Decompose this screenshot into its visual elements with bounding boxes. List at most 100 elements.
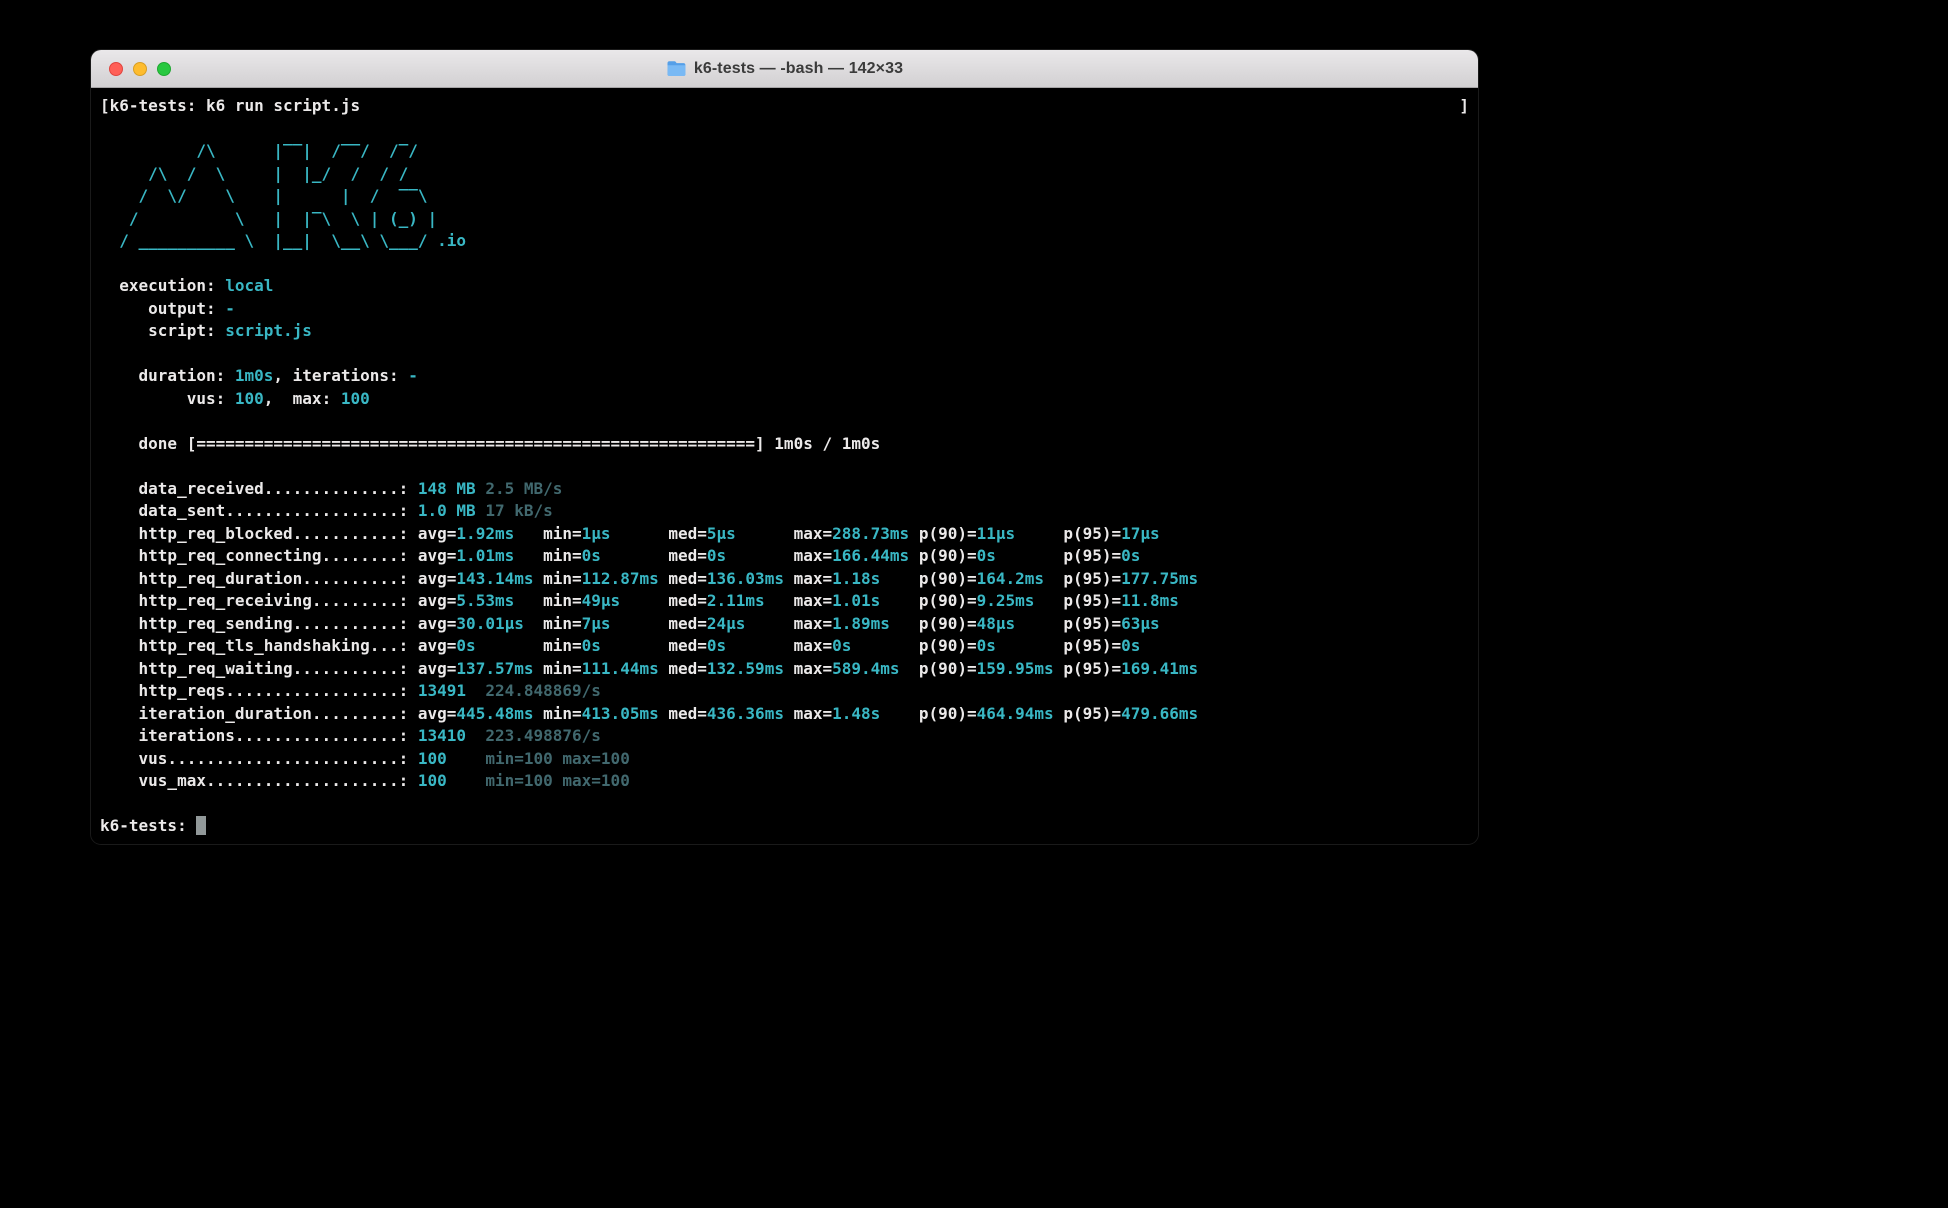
terminal-text-segment: ] [1459,96,1469,115]
terminal-text-segment: p(95)= [1063,704,1121,723]
terminal-text-segment: min= [543,659,582,678]
terminal-line: / \ | |‾\ \ | (_) | [100,208,1469,231]
terminal-text-segment: 436.36ms [707,704,794,723]
terminal-text-segment: max= [794,614,833,633]
terminal-text-segment: avg= [418,614,457,633]
terminal-text-segment: 589.4ms [832,659,919,678]
terminal-line: data_received..............: 148 MB 2.5 … [100,478,1469,501]
terminal-text-segment: http_req_sending...........: [100,614,418,633]
terminal-output[interactable]: [k6-tests: k6 run script.js] /\ |‾‾| /‾‾… [91,88,1478,843]
terminal-text-segment: 111.44ms [582,659,669,678]
terminal-text-segment: 148 MB [418,479,485,498]
terminal-text-segment: 13410 [418,726,485,745]
terminal-text-segment: 112.87ms [582,569,669,588]
terminal-line-right: ] [1459,95,1469,118]
terminal-text-segment: http_req_waiting...........: [100,659,418,678]
terminal-text-segment: p(95)= [1063,659,1121,678]
terminal-line: http_req_receiving.........: avg=5.53ms … [100,590,1469,613]
terminal-text-segment: p(90)= [919,614,977,633]
terminal-text-segment: min=100 max=100 [485,749,630,768]
terminal-text-segment: /\ / \ | |_/ / / / [100,164,447,183]
window-title-group: k6-tests — -bash — 142×33 [666,60,903,78]
terminal-text-segment: 0s [707,546,794,565]
terminal-text-segment: avg= [418,704,457,723]
terminal-text-segment: 288.73ms [832,524,919,543]
terminal-text-segment: vus........................: [100,749,418,768]
terminal-line [100,455,1469,478]
terminal-text-segment: 445.48ms [456,704,543,723]
terminal-text-segment: 11.8ms [1121,591,1179,610]
terminal-text-segment: med= [668,569,707,588]
terminal-line: /\ |‾‾| /‾‾/ /‾/ [100,140,1469,163]
terminal-text-segment: med= [668,591,707,610]
terminal-text-segment: 5.53ms [456,591,543,610]
terminal-text-segment: max= [794,569,833,588]
terminal-text-segment: p(90)= [919,636,977,655]
terminal-line: http_req_sending...........: avg=30.01µs… [100,613,1469,636]
terminal-text-segment: /\ |‾‾| /‾‾/ /‾/ [100,141,447,160]
window-titlebar[interactable]: k6-tests — -bash — 142×33 [91,50,1478,88]
terminal-text-segment: p(95)= [1063,636,1121,655]
terminal-text-segment: med= [668,524,707,543]
terminal-text-segment: vus_max....................: [100,771,418,790]
terminal-text-segment: 100 [418,749,485,768]
terminal-text-segment: 137.57ms [456,659,543,678]
terminal-text-segment: min=100 max=100 [485,771,630,790]
folder-icon [666,60,687,77]
terminal-text-segment: 63µs [1121,614,1160,633]
terminal-text-segment: 464.94ms [977,704,1064,723]
terminal-text-segment: p(90)= [919,546,977,565]
close-button[interactable] [109,62,123,76]
terminal-text-segment: 100 [235,389,264,408]
terminal-text-segment: min= [543,524,582,543]
terminal-text-segment: 136.03ms [707,569,794,588]
terminal-text-segment: 413.05ms [582,704,669,723]
terminal-text-segment: avg= [418,524,457,543]
terminal-text-segment: , max: [264,389,341,408]
terminal-text-segment: 166.44ms [832,546,919,565]
terminal-text-segment: 17 kB/s [485,501,552,520]
terminal-line: http_req_connecting........: avg=1.01ms … [100,545,1469,568]
terminal-text-segment: p(95)= [1063,546,1121,565]
terminal-text-segment: 164.2ms [977,569,1064,588]
terminal-line: http_req_waiting...........: avg=137.57m… [100,658,1469,681]
terminal-text-segment: max= [794,636,833,655]
terminal-text-segment: 48µs [977,614,1064,633]
terminal-text-segment: vus: [100,389,235,408]
terminal-text-segment: http_req_tls_handshaking...: [100,636,418,655]
terminal-text-segment: 13491 [418,681,485,700]
terminal-text-segment: min= [543,614,582,633]
terminal-text-segment: , iterations: [273,366,408,385]
terminal-text-segment: iteration_duration.........: [100,704,418,723]
terminal-text-segment: 9.25ms [977,591,1064,610]
terminal-text-segment: 2.5 MB/s [485,479,562,498]
terminal-text-segment: min= [543,704,582,723]
terminal-line: [k6-tests: k6 run script.js] [100,95,1469,118]
terminal-line [100,253,1469,276]
terminal-text-segment: http_req_blocked...........: [100,524,418,543]
terminal-line: http_req_duration..........: avg=143.14m… [100,568,1469,591]
terminal-text-segment: max= [794,524,833,543]
terminal-text-segment: data_received..............: [100,479,418,498]
terminal-text-segment: 0s [977,546,1064,565]
zoom-button[interactable] [157,62,171,76]
terminal-text-segment: done [==================================… [100,434,880,453]
terminal-text-segment: 1.89ms [832,614,919,633]
terminal-line [100,118,1469,141]
minimize-button[interactable] [133,62,147,76]
terminal-text-segment: p(95)= [1063,524,1121,543]
terminal-text-segment: med= [668,546,707,565]
terminal-text-segment: avg= [418,546,457,565]
terminal-text-segment: 0s [582,636,669,655]
terminal-text-segment: 0s [1121,636,1140,655]
terminal-text-segment: p(95)= [1063,569,1121,588]
terminal-text-segment: 7µs [582,614,669,633]
terminal-window: k6-tests — -bash — 142×33 [k6-tests: k6 … [91,50,1478,844]
terminal-text-segment: k6-tests: [100,816,196,835]
terminal-text-segment: 0s [707,636,794,655]
terminal-text-segment: max= [794,659,833,678]
terminal-line [100,793,1469,816]
terminal-text-segment: 159.95ms [977,659,1064,678]
terminal-text-segment: [k6-tests: k6 run script.js [100,96,360,115]
terminal-text-segment: 100 [418,771,485,790]
